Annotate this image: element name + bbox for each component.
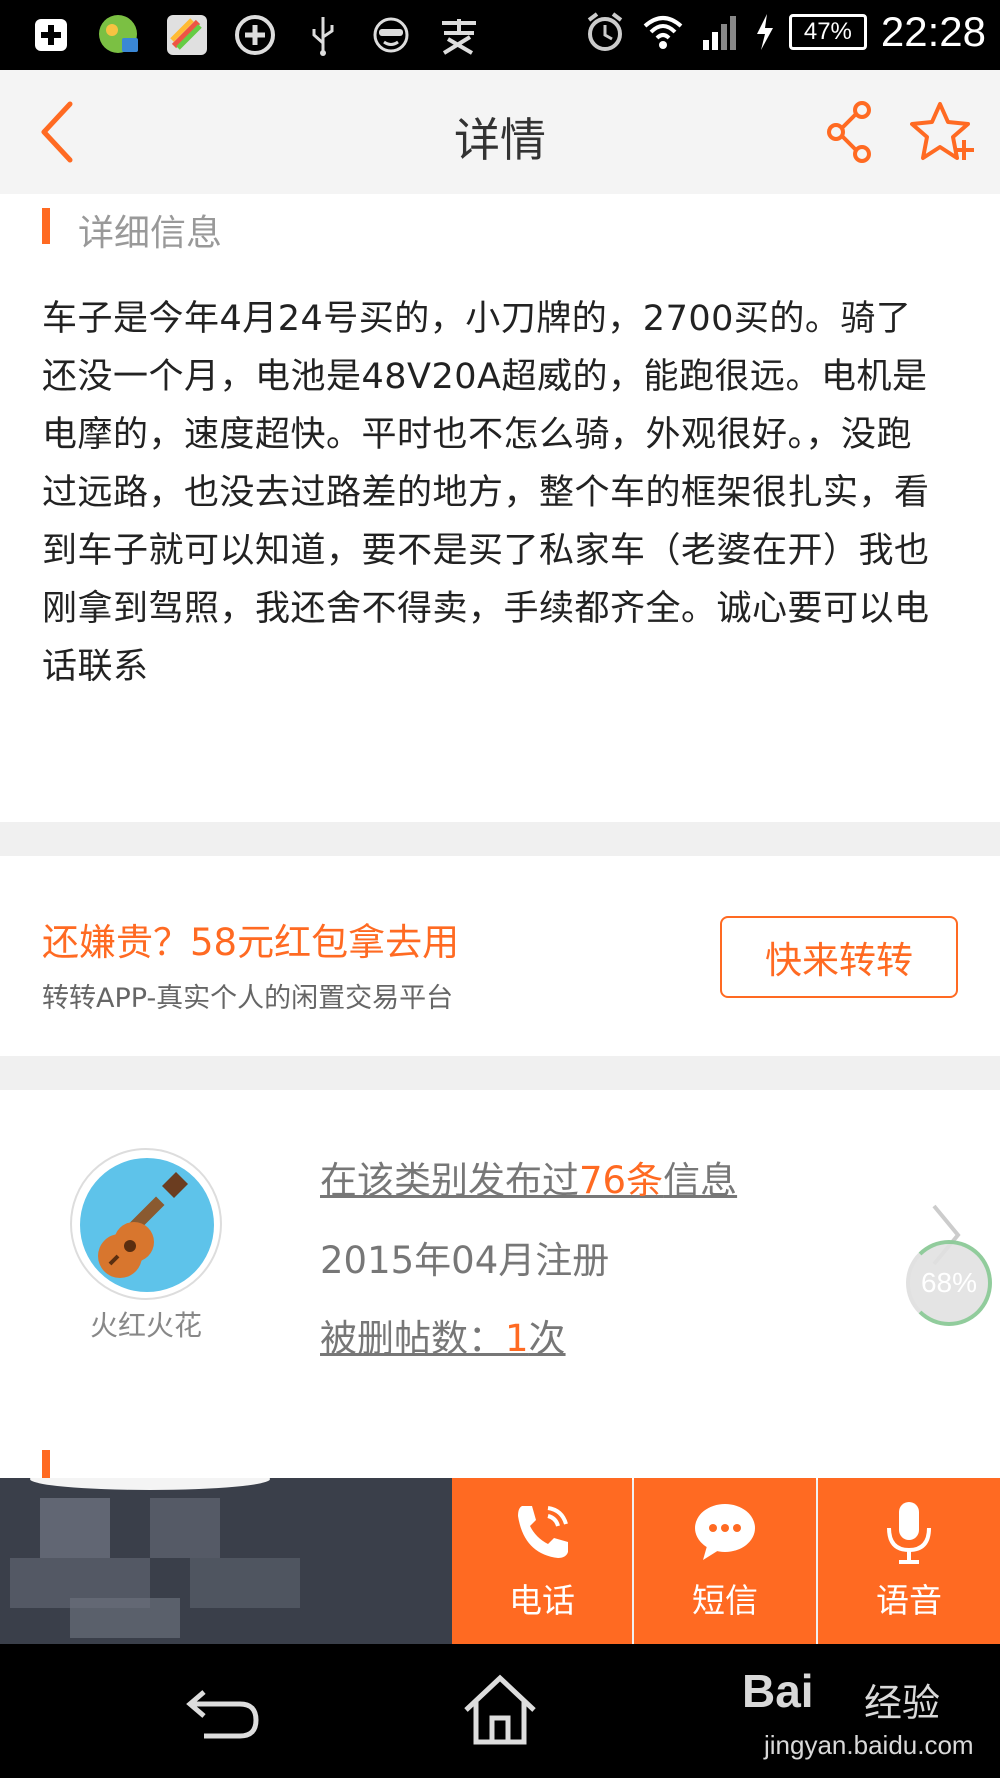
wifi-icon — [643, 16, 683, 49]
call-button[interactable]: 电话 — [452, 1478, 632, 1644]
voice-button[interactable]: 语音 — [818, 1478, 1000, 1644]
system-nav-bar: Bai 经验 jingyan.baidu.com — [0, 1644, 1000, 1778]
browser-app-icon — [162, 10, 212, 60]
promo-button[interactable]: 快来转转 — [720, 916, 958, 998]
watermark-brand: Bai — [742, 1665, 814, 1717]
add-circle-icon — [230, 10, 280, 60]
ukulele-icon — [98, 1172, 188, 1278]
category-posts-link[interactable]: 在该类别发布过76条信息 — [320, 1150, 737, 1204]
call-label: 电话 — [509, 1581, 575, 1620]
item-description: 车子是今年4月24号买的，小刀牌的，2700买的。骑了还没一个月，电池是48V2… — [42, 299, 930, 687]
promo-subtitle: 转转APP-真实个人的闲置交易平台 — [42, 983, 454, 1014]
detail-section: 详细信息 车子是今年4月24号买的，小刀牌的，2700买的。骑了还没一个月，电池… — [0, 194, 1000, 822]
phone-icon — [518, 1506, 568, 1558]
contact-action-bar: 电话 短信 语音 — [0, 1478, 1000, 1644]
deleted-suffix: 次 — [528, 1317, 566, 1360]
posts-count: 76条 — [579, 1159, 664, 1202]
floating-accelerator-ball[interactable]: 68% — [906, 1240, 992, 1326]
add-favorite-star-icon[interactable] — [910, 100, 978, 164]
seller-card: 火红火花 在该类别发布过76条信息 2015年04月注册 被删帖数：1次 68% — [0, 1090, 1000, 1480]
alarm-icon — [587, 12, 623, 51]
watermark-brand-cn: 经验 — [864, 1681, 941, 1725]
promo-banner: 还嫌贵？58元红包拿去用 转转APP-真实个人的闲置交易平台 快来转转 — [0, 856, 1000, 1056]
chat-bubble-icon — [695, 1504, 755, 1560]
signal-icon — [702, 16, 736, 50]
baidu-watermark: Bai 经验 jingyan.baidu.com — [742, 1664, 992, 1774]
pixelated-contact-area — [0, 1478, 452, 1644]
posts-suffix: 信息 — [663, 1159, 738, 1202]
posts-prefix: 在该类别发布过 — [320, 1159, 579, 1202]
sms-label: 短信 — [692, 1581, 758, 1620]
registration-date: 2015年04月注册 — [320, 1239, 610, 1282]
next-section-accent-bar — [42, 1450, 50, 1480]
clock: 22:28 — [880, 8, 986, 55]
battery-indicator: 47% — [788, 14, 867, 50]
watermark-url: jingyan.baidu.com — [764, 1730, 974, 1760]
app-header: 详情 — [0, 70, 1000, 194]
deleted-posts-link[interactable]: 被删帖数：1次 — [320, 1308, 566, 1362]
section-title: 详细信息 — [78, 213, 223, 254]
usb-icon — [298, 10, 348, 60]
game-app-icon — [94, 10, 144, 60]
deleted-count: 1 — [505, 1317, 529, 1360]
notification-icons — [26, 10, 484, 60]
microphone-icon — [887, 1502, 931, 1564]
share-icon[interactable] — [822, 100, 878, 164]
sms-button[interactable]: 短信 — [634, 1478, 816, 1644]
status-bar: 47% 22:28 — [0, 0, 1000, 70]
section-accent-bar — [42, 208, 50, 244]
voice-label: 语音 — [876, 1581, 942, 1620]
face-app-icon — [366, 10, 416, 60]
avatar-image — [80, 1158, 214, 1292]
promo-title: 还嫌贵？58元红包拿去用 — [42, 921, 460, 964]
alipay-icon — [434, 10, 484, 60]
nav-back-icon[interactable] — [184, 1678, 264, 1744]
system-indicators: 47% 22:28 — [583, 8, 986, 56]
charging-icon — [756, 14, 773, 50]
nav-home-icon[interactable] — [460, 1672, 540, 1748]
seller-name: 火红火花 — [89, 1309, 202, 1342]
avatar[interactable] — [70, 1148, 222, 1300]
deleted-prefix: 被删帖数： — [320, 1317, 505, 1360]
plus-app-icon — [26, 10, 76, 60]
